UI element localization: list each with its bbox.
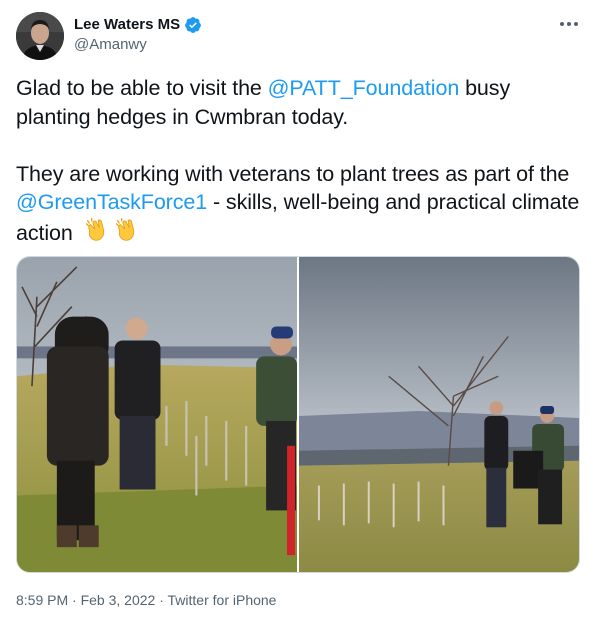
tweet-text-segment: Glad to be able to visit the [16,76,268,100]
author-display-name[interactable]: Lee Waters MS [74,15,180,35]
tweet-text: Glad to be able to visit the @PATT_Found… [16,74,586,250]
author-handle[interactable]: @Amanwy [74,35,202,55]
tweet-source[interactable]: Twitter for iPhone [168,592,277,608]
clapping-hands-icon [113,217,139,251]
meta-separator: · [155,592,168,608]
mention-green-task-force[interactable]: @GreenTaskForce1 [16,190,207,214]
tweet-date[interactable]: Feb 3, 2022 [81,592,156,608]
verified-badge-icon [184,16,202,34]
mention-patt-foundation[interactable]: @PATT_Foundation [268,76,460,100]
tweet-text-segment: They are working with veterans to plant … [16,161,570,186]
tree-planting-photo-2[interactable] [299,257,579,572]
tweet-header: Lee Waters MS @Amanwy [16,12,581,60]
clapping-hands-icon [83,217,109,251]
tweet-paragraph-1: Glad to be able to visit the @PATT_Found… [16,74,586,131]
author-names: Lee Waters MS @Amanwy [74,15,202,55]
tweet-time[interactable]: 8:59 PM [16,592,68,608]
tweet-meta: 8:59 PM · Feb 3, 2022 · Twitter for iPho… [16,592,276,608]
tree-planting-photo-1[interactable] [17,257,297,572]
more-options-icon[interactable] [557,14,581,34]
tweet-media [16,256,580,573]
profile-avatar[interactable] [16,12,64,60]
tweet-paragraph-2: They are working with veterans to plant … [16,160,586,251]
meta-separator: · [68,592,81,608]
